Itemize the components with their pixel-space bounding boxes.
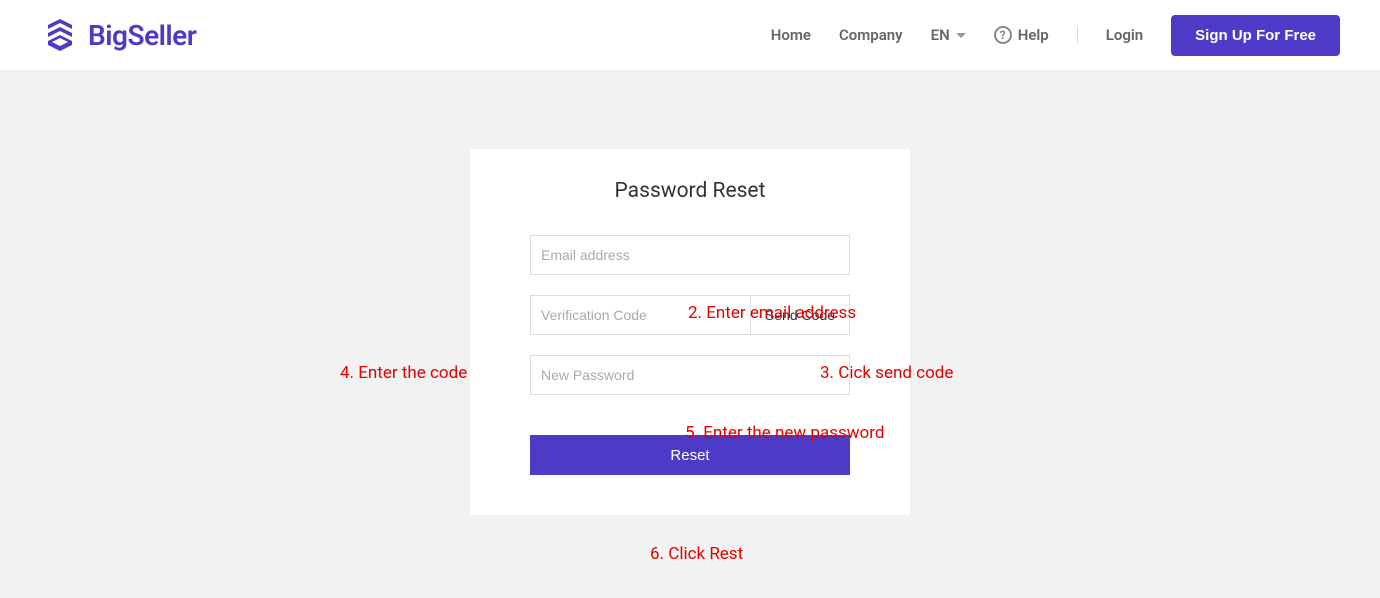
signup-button[interactable]: Sign Up For Free <box>1171 15 1340 56</box>
email-input[interactable] <box>531 236 849 274</box>
language-select[interactable]: EN <box>931 26 966 44</box>
header: BigSeller Home Company EN ? Help Login S… <box>0 0 1380 71</box>
logo[interactable]: BigSeller <box>40 15 196 55</box>
help-label: Help <box>1018 26 1049 44</box>
nav-home[interactable]: Home <box>771 26 811 44</box>
main: Password Reset Send Code Reset 2. Enter … <box>0 71 1380 515</box>
logo-icon <box>40 15 80 55</box>
logo-text: BigSeller <box>88 19 196 52</box>
annotation-enter-password: 5. Enter the new password <box>685 423 884 443</box>
annotation-click-send-code: 3. Cick send code <box>820 363 953 383</box>
email-group <box>530 235 850 275</box>
nav-login[interactable]: Login <box>1106 26 1143 44</box>
new-password-input[interactable] <box>531 356 849 394</box>
divider <box>1077 26 1078 44</box>
nav: Home Company EN ? Help Login Sign Up For… <box>771 15 1340 56</box>
password-group <box>530 355 850 395</box>
email-input-wrap <box>530 235 850 275</box>
chevron-down-icon <box>956 33 966 38</box>
card-title: Password Reset <box>530 179 850 203</box>
nav-help[interactable]: ? Help <box>994 26 1049 44</box>
annotation-click-reset: 6. Click Rest <box>650 544 743 564</box>
help-icon: ? <box>994 26 1012 44</box>
annotation-enter-email: 2. Enter email address <box>688 303 856 323</box>
language-label: EN <box>931 26 950 44</box>
nav-company[interactable]: Company <box>839 26 903 44</box>
annotation-enter-code: 4. Enter the code <box>340 363 467 383</box>
password-reset-card: Password Reset Send Code Reset <box>470 149 910 515</box>
password-input-wrap <box>530 355 850 395</box>
